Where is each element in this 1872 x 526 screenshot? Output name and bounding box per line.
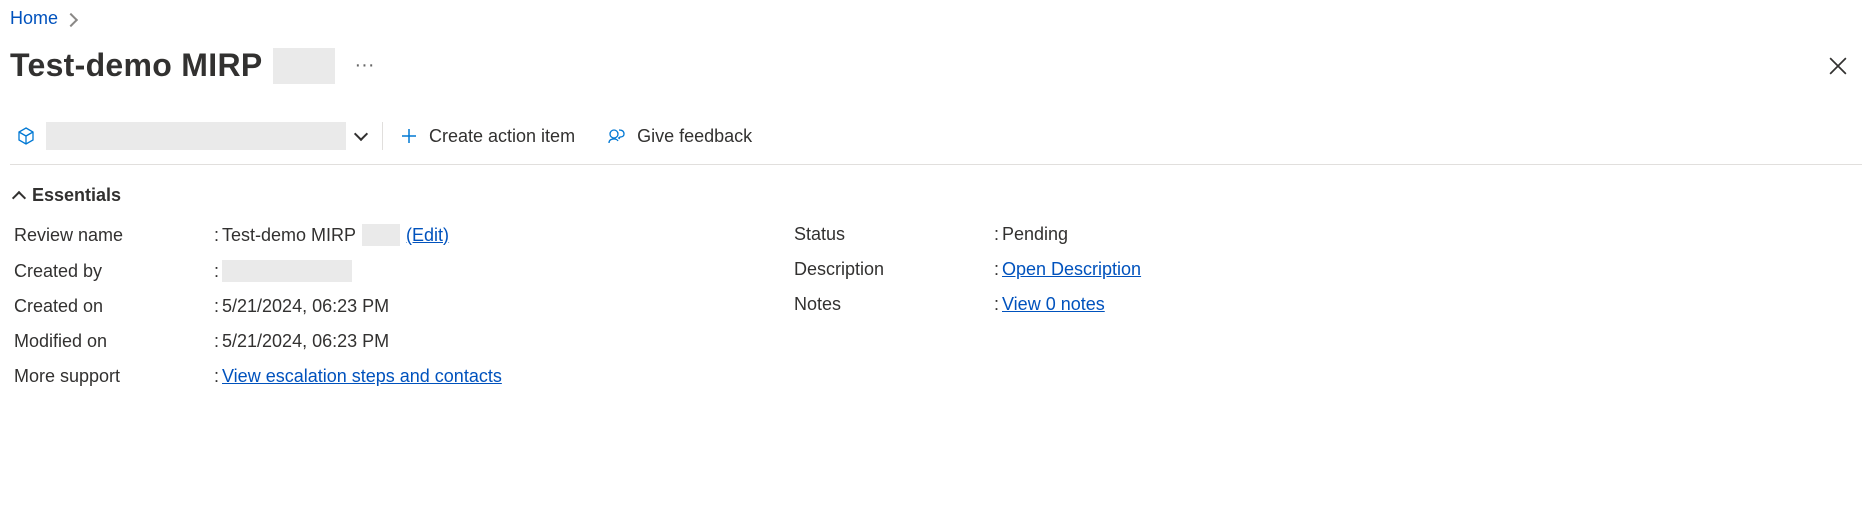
created-on-value: 5/21/2024, 06:23 PM [222,296,389,317]
page-title-text: Test-demo MIRP [10,47,263,84]
more-actions-button[interactable]: ··· [347,50,383,81]
give-feedback-label: Give feedback [637,126,752,147]
essentials-toggle[interactable]: Essentials [10,165,1862,216]
plus-icon [399,126,419,146]
row-modified-on: Modified on : 5/21/2024, 06:23 PM [14,331,794,352]
give-feedback-button[interactable]: Give feedback [591,124,768,149]
notes-label: Notes [794,294,994,315]
more-support-label: More support [14,366,214,387]
row-created-by: Created by : [14,260,794,282]
open-description-link[interactable]: Open Description [1002,259,1141,280]
row-notes: Notes : View 0 notes [794,294,1858,315]
toolbar: Create action item Give feedback [10,108,1862,165]
status-label: Status [794,224,994,245]
feedback-icon [607,126,627,146]
chevron-down-icon [354,127,368,141]
description-label: Description [794,259,994,280]
modified-on-label: Modified on [14,331,214,352]
resource-dropdown[interactable] [16,122,382,150]
page-title: Test-demo MIRP [10,47,335,84]
row-status: Status : Pending [794,224,1858,245]
review-name-label: Review name [14,225,214,246]
close-button[interactable] [1820,48,1856,84]
created-on-label: Created on [14,296,214,317]
close-icon [1829,57,1847,75]
title-row: Test-demo MIRP ··· [10,33,1862,90]
row-description: Description : Open Description [794,259,1858,280]
created-by-label: Created by [14,261,214,282]
create-action-item-button[interactable]: Create action item [383,124,591,149]
escalation-link[interactable]: View escalation steps and contacts [222,366,502,387]
essentials-left-column: Review name : Test-demo MIRP (Edit) Crea… [14,224,794,387]
view-notes-link[interactable]: View 0 notes [1002,294,1105,315]
created-by-redacted [222,260,352,282]
review-name-value: Test-demo MIRP [222,225,356,246]
row-more-support: More support : View escalation steps and… [14,366,794,387]
chevron-up-icon [12,190,26,204]
modified-on-value: 5/21/2024, 06:23 PM [222,331,389,352]
breadcrumb-home-link[interactable]: Home [10,8,58,29]
chevron-right-icon [64,12,78,26]
essentials-panel: Review name : Test-demo MIRP (Edit) Crea… [10,216,1862,407]
resource-name-redacted [46,122,346,150]
create-action-item-label: Create action item [429,126,575,147]
row-created-on: Created on : 5/21/2024, 06:23 PM [14,296,794,317]
cube-icon [16,126,36,146]
title-redacted [273,48,335,84]
essentials-label: Essentials [32,185,121,206]
review-name-redacted [362,224,400,246]
breadcrumb: Home [10,0,1862,33]
edit-review-name-link[interactable]: (Edit) [406,225,449,246]
row-review-name: Review name : Test-demo MIRP (Edit) [14,224,794,246]
essentials-right-column: Status : Pending Description : Open Desc… [794,224,1858,387]
status-value: Pending [1002,224,1068,245]
